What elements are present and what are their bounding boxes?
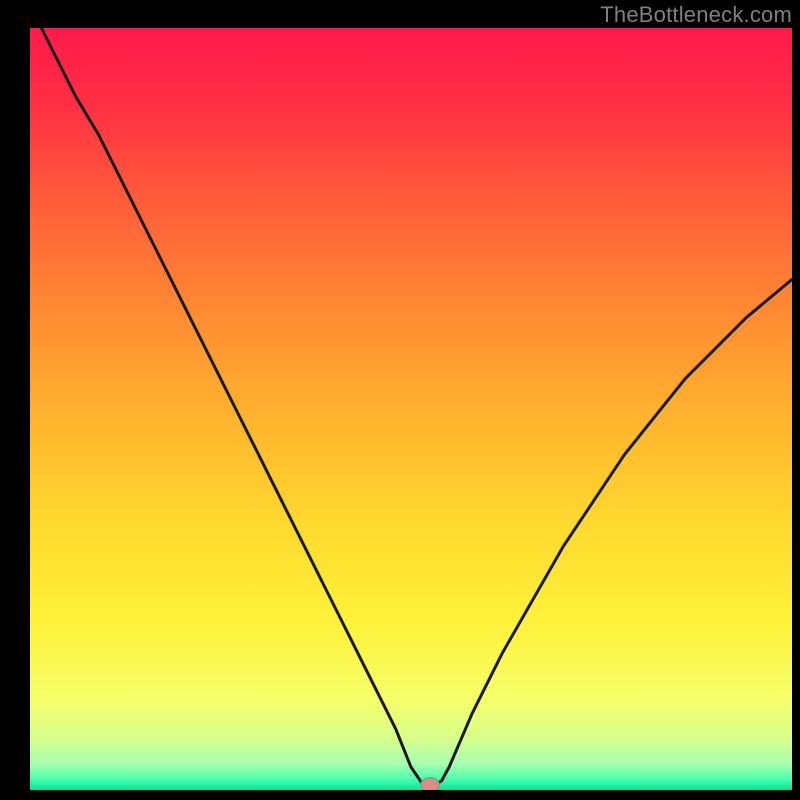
plot-background (30, 28, 792, 790)
watermark-text: TheBottleneck.com (600, 2, 792, 28)
optimal-point-marker (421, 778, 439, 792)
chart-canvas (0, 0, 800, 800)
bottleneck-chart: TheBottleneck.com (0, 0, 800, 800)
